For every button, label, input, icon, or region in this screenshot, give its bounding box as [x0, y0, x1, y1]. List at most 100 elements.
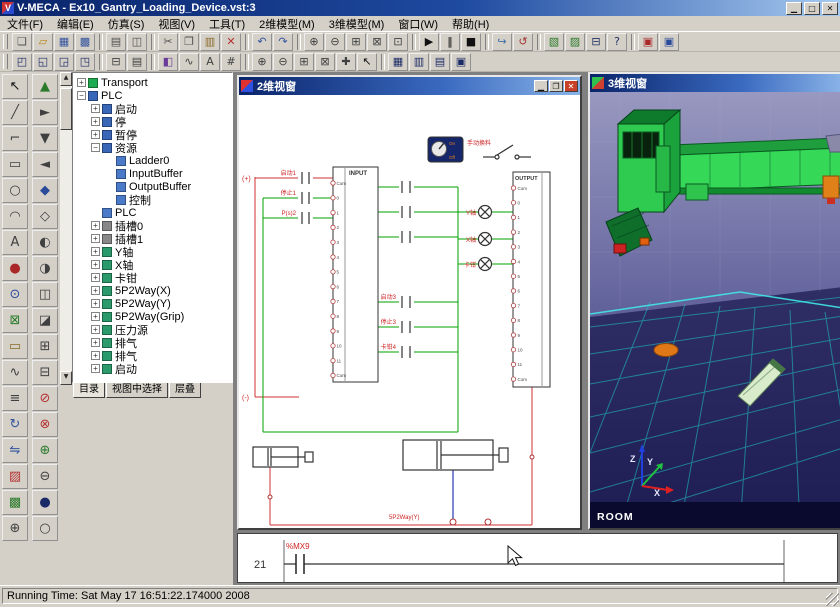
zoom-previous-button[interactable]: ⊡ — [388, 33, 408, 51]
view-zoom-window-button[interactable]: ⊞ — [294, 53, 314, 71]
tree-item-4[interactable]: +暂停 — [73, 128, 232, 141]
select-button[interactable]: ↖ — [357, 53, 377, 71]
paste-button[interactable]: ▥ — [200, 33, 220, 51]
menu-window[interactable]: 窗口(W) — [391, 15, 445, 33]
library-red-button[interactable]: ▣ — [638, 33, 658, 51]
cut-button[interactable]: ✂ — [158, 33, 178, 51]
pause-button[interactable]: ‖ — [440, 33, 460, 51]
redo-button[interactable]: ↷ — [273, 33, 293, 51]
tree-item-17[interactable]: +5P2Way(Y) — [73, 297, 232, 310]
tab-catalog[interactable]: 目录 — [73, 383, 105, 398]
tool-rail[interactable]: ≡ — [2, 386, 28, 411]
3d-scene[interactable]: Z Y X ROOM — [590, 92, 840, 528]
tree-item-10[interactable]: PLC — [73, 206, 232, 219]
tool-half-left[interactable]: ◐ — [32, 230, 58, 255]
tool-spring[interactable]: ∿ — [2, 360, 28, 385]
2d-close-button[interactable]: ✕ — [564, 80, 578, 92]
layout-full-button[interactable]: ◰ — [12, 53, 32, 71]
tree-item-7[interactable]: InputBuffer — [73, 167, 232, 180]
tool-dot[interactable]: ● — [32, 490, 58, 515]
grid-view-1-button[interactable]: ▦ — [388, 53, 408, 71]
tree-item-3[interactable]: +停 — [73, 115, 232, 128]
tool-diamond-outline[interactable]: ◇ — [32, 204, 58, 229]
expand-icon[interactable]: + — [91, 104, 100, 113]
coil-symbols[interactable] — [479, 206, 492, 271]
2d-circuit-diagram[interactable]: On Off 手动换料 (+) (-) — [239, 95, 580, 528]
tool-polyline[interactable]: ⌐ — [2, 126, 28, 151]
2d-window-titlebar[interactable]: 2维视窗 ▁ ❐ ✕ — [239, 77, 580, 95]
expand-icon[interactable]: + — [91, 130, 100, 139]
stop-button[interactable]: ■ — [461, 33, 481, 51]
scrollbar-track[interactable] — [60, 86, 72, 371]
tool-ellipse[interactable]: ○ — [2, 178, 28, 203]
input-block[interactable]: INPUT Com01234567891011Com — [331, 167, 378, 382]
tree-item-18[interactable]: +5P2Way(Grip) — [73, 310, 232, 323]
tree-item-15[interactable]: +卡钳 — [73, 271, 232, 284]
tool-zoom[interactable]: ⊕ — [2, 516, 28, 541]
minimize-button[interactable]: ▁ — [786, 2, 802, 15]
open-button[interactable]: ▱ — [33, 33, 53, 51]
tree-item-8[interactable]: OutputBuffer — [73, 180, 232, 193]
expand-icon[interactable]: + — [91, 260, 100, 269]
ladder-contact[interactable] — [296, 554, 304, 574]
menu-3d-model[interactable]: 3维模型(M) — [322, 15, 392, 33]
ladder-editor[interactable]: 21 %MX9 — [237, 533, 838, 583]
2d-minimize-button[interactable]: ▁ — [534, 80, 548, 92]
print-button[interactable]: ▤ — [106, 33, 126, 51]
view-zoom-all-button[interactable]: ⊠ — [315, 53, 335, 71]
expand-icon[interactable]: + — [91, 325, 100, 334]
scroll-up-button[interactable]: ▲ — [60, 72, 72, 86]
resize-grip[interactable] — [826, 593, 839, 606]
tool-ring[interactable]: ○ — [32, 516, 58, 541]
layout-split-h-button[interactable]: ◲ — [54, 53, 74, 71]
knob-control[interactable]: On Off — [428, 137, 463, 162]
tree-scrollbar[interactable]: ▲ ▼ — [60, 72, 72, 385]
tool-text[interactable]: A — [2, 230, 28, 255]
menu-view[interactable]: 视图(V) — [151, 15, 202, 33]
tree-item-12[interactable]: +插槽1 — [73, 232, 232, 245]
tree-item-6[interactable]: Ladder0 — [73, 154, 232, 167]
scroll-down-button[interactable]: ▼ — [60, 371, 72, 385]
toolbar-gripper[interactable] — [3, 54, 8, 69]
tree-item-21[interactable]: +排气 — [73, 349, 232, 362]
grid-settings-button[interactable]: ⊟ — [586, 33, 606, 51]
expand-icon[interactable]: + — [91, 273, 100, 282]
tree-item-0[interactable]: +Transport — [73, 76, 232, 89]
tree-item-2[interactable]: +启动 — [73, 102, 232, 115]
3d-window-titlebar[interactable]: 3维视窗 — [590, 74, 840, 92]
zoom-window-button[interactable]: ⊞ — [346, 33, 366, 51]
floor-workpiece[interactable] — [654, 344, 678, 357]
tree-item-20[interactable]: +排气 — [73, 336, 232, 349]
manual-switch-symbol[interactable] — [483, 145, 531, 159]
tool-split-v[interactable]: ◫ — [32, 282, 58, 307]
zoom-out-button[interactable]: ⊖ — [325, 33, 345, 51]
report-button[interactable]: ▧ — [544, 33, 564, 51]
tree-item-5[interactable]: −资源 — [73, 141, 232, 154]
2d-canvas[interactable]: On Off 手动换料 (+) (-) — [239, 95, 580, 528]
view-zoom-out-button[interactable]: ⊖ — [273, 53, 293, 71]
grid-view-2-button[interactable]: ▥ — [409, 53, 429, 71]
grid-view-3-button[interactable]: ▤ — [430, 53, 450, 71]
tab-view-select[interactable]: 视图中选择 — [106, 383, 168, 398]
wire-tool-button[interactable]: ∿ — [179, 53, 199, 71]
reset-button[interactable]: ↺ — [513, 33, 533, 51]
tool-grid-remove[interactable]: ⊟ — [32, 360, 58, 385]
tool-right[interactable]: ► — [32, 100, 58, 125]
delete-button[interactable]: ✕ — [221, 33, 241, 51]
help-button[interactable]: ? — [607, 33, 627, 51]
zoom-extents-button[interactable]: ⊠ — [367, 33, 387, 51]
tool-node[interactable]: ● — [2, 256, 28, 281]
tool-grid-add[interactable]: ⊞ — [32, 334, 58, 359]
expand-icon[interactable]: + — [91, 247, 100, 256]
tool-cylinder[interactable]: ▭ — [2, 334, 28, 359]
tool-rect[interactable]: ▭ — [2, 152, 28, 177]
collapse-icon[interactable]: − — [91, 143, 100, 152]
tree-item-19[interactable]: +压力源 — [73, 323, 232, 336]
tool-diamond[interactable]: ◆ — [32, 178, 58, 203]
menu-help[interactable]: 帮助(H) — [445, 15, 496, 33]
tool-multiply[interactable]: ⊗ — [32, 412, 58, 437]
tree-item-9[interactable]: 控制 — [73, 193, 232, 206]
expand-icon[interactable]: + — [91, 364, 100, 373]
expand-icon[interactable]: + — [91, 338, 100, 347]
expand-icon[interactable]: + — [77, 78, 86, 87]
